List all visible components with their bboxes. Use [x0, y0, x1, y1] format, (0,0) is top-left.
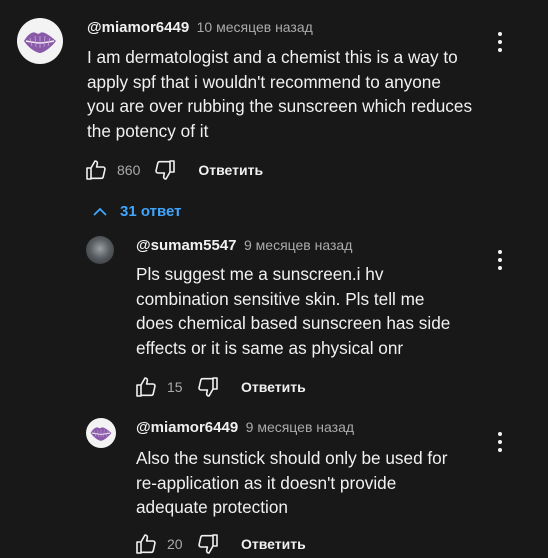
- avatar[interactable]: [86, 418, 116, 448]
- lips-avatar-icon: [20, 21, 60, 61]
- comment-actions: 860 Ответить: [83, 157, 263, 183]
- dislike-button[interactable]: [152, 157, 178, 183]
- comment-author[interactable]: @miamor6449: [87, 19, 189, 36]
- dislike-button[interactable]: [195, 374, 221, 400]
- thumbs-down-icon: [153, 158, 177, 182]
- comment-header: @miamor6449 10 месяцев назад: [87, 19, 313, 37]
- reply-author[interactable]: @miamor6449: [136, 419, 238, 436]
- reply-button[interactable]: Ответить: [241, 379, 306, 395]
- comment-text-line: the potency of it: [87, 120, 209, 141]
- thumbs-down-icon: [196, 532, 220, 556]
- reply-button[interactable]: Ответить: [198, 162, 263, 178]
- like-count: 15: [167, 379, 183, 395]
- reply-button[interactable]: Ответить: [241, 536, 306, 552]
- reply-author[interactable]: @sumam5547: [136, 237, 237, 254]
- more-vert-icon[interactable]: [490, 430, 510, 454]
- comment-text: I am dermatologist and a chemist this is…: [87, 45, 472, 143]
- reply-header: @sumam5547 9 месяцев назад: [136, 237, 352, 255]
- like-button[interactable]: [83, 157, 109, 183]
- reply-text: Pls suggest me a sunscreen.i hv combinat…: [136, 262, 450, 360]
- reply-text-line: effects or it is same as physical onr: [136, 337, 404, 358]
- comment-text-line: I am dermatologist and a chemist this is…: [87, 47, 458, 67]
- more-vert-icon[interactable]: [490, 30, 510, 54]
- avatar[interactable]: [86, 236, 114, 264]
- reply-header: @miamor6449 9 месяцев назад: [136, 419, 354, 437]
- comment-date[interactable]: 10 месяцев назад: [197, 19, 313, 35]
- more-vert-icon[interactable]: [490, 248, 510, 272]
- like-button[interactable]: [133, 374, 159, 400]
- reply-text-line: Also the sunstick should only be used fo…: [136, 448, 448, 468]
- reply-text-line: combination sensitive skin. Pls tell me: [136, 288, 425, 309]
- lips-avatar-icon: [88, 420, 114, 446]
- reply-actions: 20 Ответить: [133, 531, 306, 557]
- chevron-up-icon: [93, 207, 107, 216]
- comment-text-line: apply spf that i wouldn't recommend to a…: [87, 71, 441, 92]
- thumbs-up-icon: [84, 158, 108, 182]
- reply-actions: 15 Ответить: [133, 374, 306, 400]
- like-button[interactable]: [133, 531, 159, 557]
- thumbs-down-icon: [196, 375, 220, 399]
- thumbs-up-icon: [134, 532, 158, 556]
- reply-date[interactable]: 9 месяцев назад: [244, 237, 352, 253]
- reply-text-line: Pls suggest me a sunscreen.i hv: [136, 264, 384, 284]
- reply-text: Also the sunstick should only be used fo…: [136, 446, 447, 520]
- dislike-button[interactable]: [195, 531, 221, 557]
- comment-text-line: you are over rubbing the sunscreen which…: [87, 96, 473, 117]
- thumbs-up-icon: [134, 375, 158, 399]
- avatar[interactable]: [17, 18, 63, 64]
- reply-text-line: re-application as it doesn't provide: [136, 472, 397, 493]
- reply-text-line: does chemical based sunscreen has side: [136, 313, 451, 334]
- replies-count-label: 31 ответ: [120, 203, 182, 220]
- replies-toggle[interactable]: 31 ответ: [92, 203, 182, 220]
- like-count: 20: [167, 536, 183, 552]
- reply-date[interactable]: 9 месяцев назад: [246, 419, 354, 435]
- reply-text-line: adequate protection: [136, 497, 288, 518]
- like-count: 860: [117, 162, 141, 178]
